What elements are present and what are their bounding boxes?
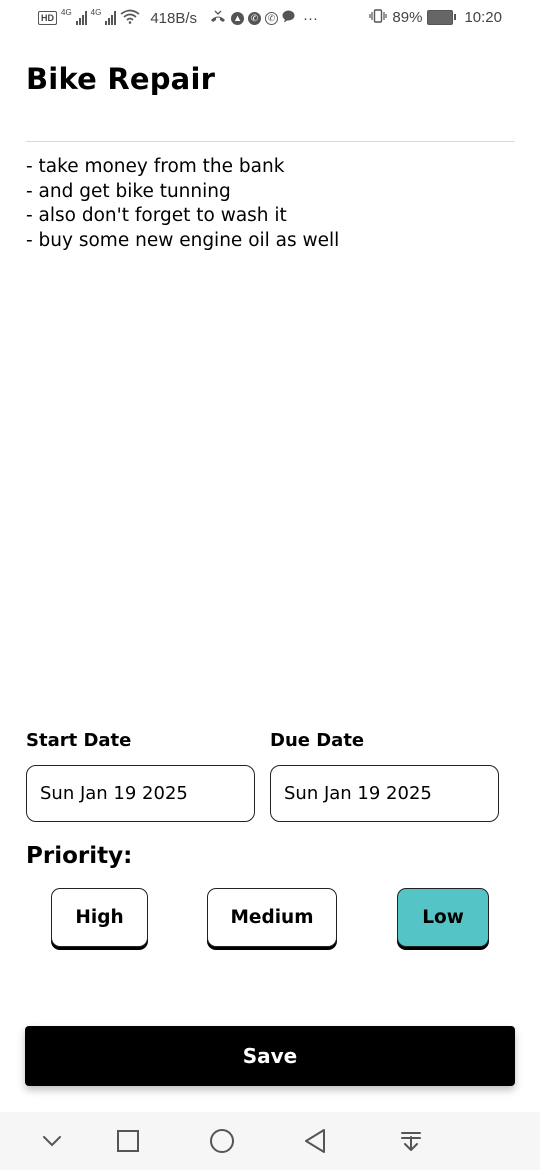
priority-high-button[interactable]: High xyxy=(51,888,148,947)
signal-type-2: 4G xyxy=(90,7,102,17)
hd-badge: HD xyxy=(38,11,57,25)
phone-app-icon: ✆ xyxy=(248,11,262,25)
priority-low-button[interactable]: Low xyxy=(397,888,489,947)
priority-label: Priority: xyxy=(26,843,133,869)
note-line: - buy some new engine oil as well xyxy=(26,229,340,251)
battery-icon xyxy=(427,10,457,25)
app-notification-icon: ▲ xyxy=(231,11,245,25)
download-arrow-icon[interactable] xyxy=(396,1126,426,1156)
system-nav-bar xyxy=(0,1112,540,1170)
vibrate-icon xyxy=(369,9,388,26)
title-divider xyxy=(26,141,515,142)
signal-icon xyxy=(105,11,117,25)
network-speed: 418B/s xyxy=(150,9,198,27)
note-body[interactable]: - take money from the bank - and get bik… xyxy=(26,155,339,253)
more-notifications-icon: ··· xyxy=(303,9,319,27)
square-icon[interactable] xyxy=(113,1126,143,1156)
due-date-value: Sun Jan 19 2025 xyxy=(284,783,432,804)
chevron-down-icon[interactable] xyxy=(37,1126,67,1156)
note-title[interactable]: Bike Repair xyxy=(26,62,215,96)
signal-type-1: 4G xyxy=(61,7,72,17)
start-date-label: Start Date xyxy=(26,730,132,751)
priority-medium-button[interactable]: Medium xyxy=(207,888,337,947)
start-date-field[interactable]: Sun Jan 19 2025 xyxy=(26,765,255,822)
triangle-back-icon[interactable] xyxy=(300,1126,330,1156)
status-bar-left: HD 4G 4G 418B/s ▲ ✆ ✆ ··· xyxy=(38,7,319,27)
wifi-icon xyxy=(120,9,140,27)
circle-icon[interactable] xyxy=(207,1126,237,1156)
battery-percent: 89% xyxy=(392,9,423,26)
chat-bubble-icon xyxy=(282,10,295,26)
missed-call-icon xyxy=(209,10,227,27)
due-date-field[interactable]: Sun Jan 19 2025 xyxy=(270,765,499,822)
whatsapp-icon: ✆ xyxy=(265,11,279,25)
signal-icon xyxy=(75,11,87,25)
status-bar: HD 4G 4G 418B/s ▲ ✆ ✆ ··· 89% 10:20 xyxy=(0,0,540,38)
start-date-value: Sun Jan 19 2025 xyxy=(40,783,188,804)
due-date-label: Due Date xyxy=(270,730,365,751)
note-line: - also don't forget to wash it xyxy=(26,205,287,226)
save-button[interactable]: Save xyxy=(25,1026,515,1086)
note-line: - and get bike tunning xyxy=(26,180,231,202)
clock: 10:20 xyxy=(464,9,502,26)
status-bar-right: 89% 10:20 xyxy=(369,9,502,26)
note-line: - take money from the bank xyxy=(26,156,285,177)
